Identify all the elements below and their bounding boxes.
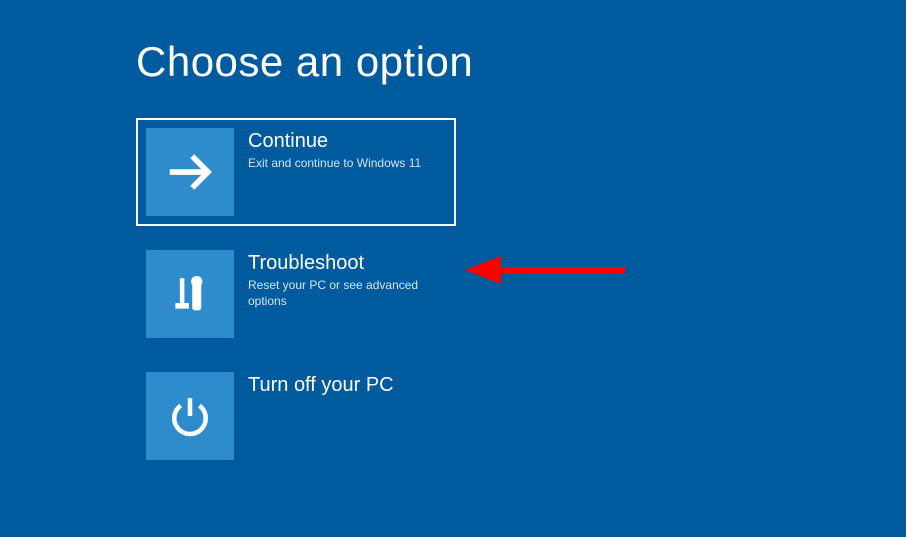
option-text-block: Troubleshoot Reset your PC or see advanc… bbox=[234, 250, 446, 309]
arrow-right-icon bbox=[146, 128, 234, 216]
option-text-block: Turn off your PC bbox=[234, 372, 394, 400]
option-description: Exit and continue to Windows 11 bbox=[248, 156, 421, 172]
tools-icon bbox=[146, 250, 234, 338]
option-title: Continue bbox=[248, 130, 421, 153]
option-title: Turn off your PC bbox=[248, 374, 394, 397]
option-continue[interactable]: Continue Exit and continue to Windows 11 bbox=[136, 118, 456, 226]
option-text-block: Continue Exit and continue to Windows 11 bbox=[234, 128, 421, 172]
recovery-options-screen: Choose an option Continue Exit and conti… bbox=[0, 0, 906, 470]
option-turn-off[interactable]: Turn off your PC bbox=[136, 362, 456, 470]
option-title: Troubleshoot bbox=[248, 252, 446, 275]
power-icon bbox=[146, 372, 234, 460]
page-title: Choose an option bbox=[136, 38, 906, 86]
option-troubleshoot[interactable]: Troubleshoot Reset your PC or see advanc… bbox=[136, 240, 456, 348]
option-description: Reset your PC or see advanced options bbox=[248, 278, 446, 309]
